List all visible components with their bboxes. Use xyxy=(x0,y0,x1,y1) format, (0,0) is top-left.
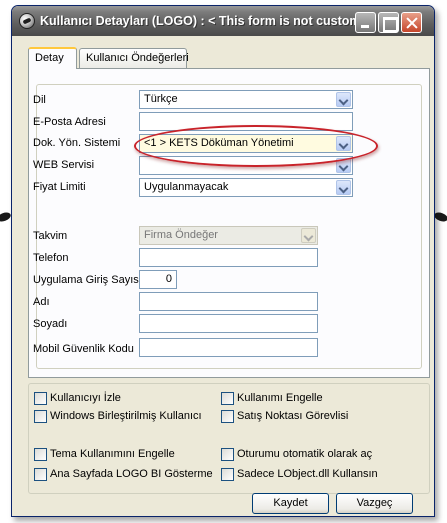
minimize-button[interactable] xyxy=(355,12,376,33)
window-title: Kullanıcı Detayları (LOGO) : < This form… xyxy=(40,14,358,28)
checkbox-box[interactable] xyxy=(34,448,47,461)
dil-value: Türkçe xyxy=(144,93,178,105)
fiyat-limiti-value: Uygulanmayacak xyxy=(144,181,229,193)
giris-sayisi-input[interactable]: 0 xyxy=(139,270,177,289)
tab-detay[interactable]: Detay xyxy=(28,47,77,69)
soyadi-input[interactable] xyxy=(139,314,318,333)
checkbox-label: Tema Kullanımını Engelle xyxy=(50,448,175,460)
maximize-button[interactable] xyxy=(378,12,399,33)
checkbox-label: Sadece LObject.dll Kullansın xyxy=(237,468,378,480)
telefon-input[interactable] xyxy=(139,248,318,267)
checkbox-label: Oturumu otomatik olarak aç xyxy=(237,448,373,460)
giris-sayisi-value: 0 xyxy=(165,273,172,285)
dil-label: Dil xyxy=(33,94,46,106)
decorative-mark-right xyxy=(433,210,447,224)
mobil-kod-label: Mobil Güvenlik Kodu xyxy=(33,343,134,355)
checkbox-label: Satış Noktası Görevlisi xyxy=(237,410,349,422)
checkbox-label: Ana Sayfada LOGO BI Gösterme xyxy=(50,468,213,480)
fiyat-limiti-select[interactable]: Uygulanmayacak xyxy=(139,178,353,197)
takvim-label: Takvim xyxy=(33,230,68,242)
eposta-label: E-Posta Adresi xyxy=(33,116,106,128)
checkbox-box[interactable] xyxy=(221,448,234,461)
title-bar[interactable]: Kullanıcı Detayları (LOGO) : < This form… xyxy=(12,6,434,36)
checkbox-label: Windows Birleştirilmiş Kullanıcı xyxy=(50,410,202,422)
web-servisi-label: WEB Servisi xyxy=(33,159,95,171)
checkbox-box[interactable] xyxy=(221,468,234,481)
adi-input[interactable] xyxy=(139,292,318,311)
checkbox-label: Kullanımı Engelle xyxy=(237,392,323,404)
telefon-label: Telefon xyxy=(33,252,69,264)
kaydet-button[interactable]: Kaydet xyxy=(252,493,329,514)
vazgec-button[interactable]: Vazgeç xyxy=(336,493,413,514)
checkbox-box[interactable] xyxy=(221,392,234,405)
checkbox-box[interactable] xyxy=(221,410,234,423)
fiyat-limiti-label: Fiyat Limiti xyxy=(33,181,86,193)
mobil-kod-input[interactable] xyxy=(139,338,318,357)
adi-label: Adı xyxy=(33,296,50,308)
app-logo-icon xyxy=(19,13,35,29)
close-button[interactable] xyxy=(401,12,422,33)
soyadi-label: Soyadı xyxy=(33,318,68,330)
user-details-window: Kullanıcı Detayları (LOGO) : < This form… xyxy=(11,5,435,517)
dil-dropdown-icon[interactable] xyxy=(336,92,351,107)
giris-sayisi-label: Uygulama Giriş Sayısı xyxy=(33,274,142,286)
dil-select[interactable]: Türkçe xyxy=(139,90,353,109)
checkbox-box[interactable] xyxy=(34,468,47,481)
checkbox-box[interactable] xyxy=(34,410,47,423)
fiyat-limiti-dropdown-icon[interactable] xyxy=(336,180,351,195)
takvim-select: Firma Öndeğer xyxy=(139,226,318,245)
checkbox-label: Kullanıcıyı İzle xyxy=(50,392,121,404)
takvim-dropdown-icon xyxy=(301,228,316,243)
dok-yon-label: Dok. Yön. Sistemi xyxy=(33,137,121,149)
checkbox-box[interactable] xyxy=(34,392,47,405)
highlight-annotation xyxy=(134,125,378,167)
tab-kullanici-ondegerleri[interactable]: Kullanıcı Öndeğerleri xyxy=(79,48,189,68)
takvim-value: Firma Öndeğer xyxy=(144,229,218,241)
